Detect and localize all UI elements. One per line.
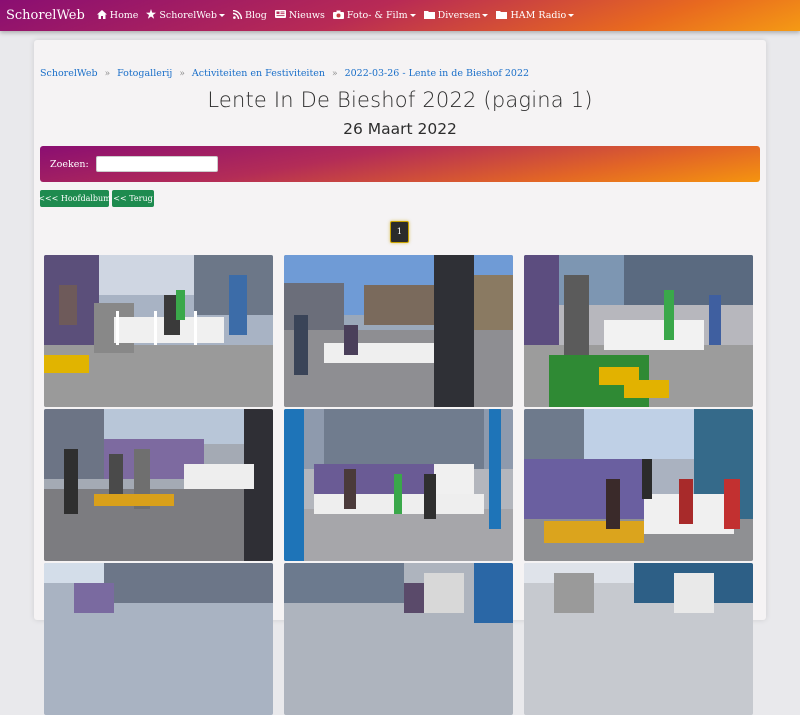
gallery-thumbnail[interactable] bbox=[524, 409, 753, 561]
gallery-thumbnail[interactable] bbox=[524, 563, 753, 715]
content-panel: SchorelWeb » Fotogallerij » Activiteiten… bbox=[34, 40, 766, 715]
nav-schorelweb-label: SchorelWeb bbox=[159, 10, 217, 21]
breadcrumb-separator: » bbox=[179, 68, 185, 79]
main-album-button[interactable]: <<< Hoofdalbum bbox=[38, 190, 111, 207]
nav-foto-film-label: Foto- & Film bbox=[346, 10, 408, 21]
nav-diversen-label: Diversen bbox=[437, 10, 481, 21]
newspaper-icon bbox=[274, 10, 286, 21]
caret-down-icon bbox=[218, 14, 225, 17]
back-button[interactable]: << Terug bbox=[112, 190, 154, 207]
nav-ham-radio-dropdown[interactable]: HAM Radio bbox=[496, 10, 575, 22]
gallery-thumbnail[interactable] bbox=[44, 255, 273, 407]
gallery-thumbnail[interactable] bbox=[44, 563, 273, 715]
nav-schorelweb-dropdown[interactable]: SchorelWeb bbox=[146, 9, 225, 22]
breadcrumb: SchorelWeb » Fotogallerij » Activiteiten… bbox=[40, 68, 529, 79]
breadcrumb-fotogallerij[interactable]: Fotogallerij bbox=[117, 68, 172, 79]
brand-logo[interactable]: SchorelWeb bbox=[6, 8, 85, 23]
breadcrumb-separator: » bbox=[104, 68, 111, 79]
breadcrumb-separator: » bbox=[332, 68, 338, 79]
nav-nieuws[interactable]: Nieuws bbox=[274, 10, 325, 21]
page-date: 26 Maart 2022 bbox=[343, 120, 457, 138]
nav-blog[interactable]: Blog bbox=[232, 9, 267, 22]
search-input[interactable] bbox=[95, 156, 218, 172]
star-icon bbox=[146, 9, 157, 22]
nav-ham-radio-label: HAM Radio bbox=[510, 10, 567, 21]
folder-icon bbox=[423, 10, 435, 22]
home-icon bbox=[96, 9, 107, 22]
search-label: Zoeken: bbox=[50, 158, 89, 170]
gallery-thumbnail[interactable] bbox=[44, 409, 273, 561]
search-bar: Zoeken: bbox=[40, 146, 760, 182]
caret-down-icon bbox=[409, 14, 416, 17]
gallery-thumbnail[interactable] bbox=[284, 563, 513, 715]
top-navbar: SchorelWeb Home SchorelWeb Blog Nieuws F… bbox=[0, 0, 800, 31]
breadcrumb-current-album[interactable]: 2022-03-26 - Lente in de Bieshof 2022 bbox=[345, 68, 530, 79]
nav-foto-film-dropdown[interactable]: Foto- & Film bbox=[332, 10, 416, 22]
nav-home[interactable]: Home bbox=[96, 9, 139, 22]
gallery-thumbnail[interactable] bbox=[524, 255, 753, 407]
breadcrumb-schorelweb[interactable]: SchorelWeb bbox=[40, 68, 98, 79]
camera-icon bbox=[332, 10, 344, 22]
page-title: Lente In De Bieshof 2022 (pagina 1) bbox=[207, 88, 593, 112]
breadcrumb-activiteiten[interactable]: Activiteiten en Festiviteiten bbox=[192, 68, 325, 79]
nav-blog-label: Blog bbox=[244, 10, 267, 21]
rss-icon bbox=[232, 9, 243, 22]
pagination-page-1[interactable]: 1 bbox=[390, 221, 409, 243]
folder-icon bbox=[496, 10, 508, 22]
gallery-thumbnail[interactable] bbox=[284, 409, 513, 561]
nav-home-label: Home bbox=[109, 10, 139, 21]
nav-nieuws-label: Nieuws bbox=[288, 10, 325, 21]
caret-down-icon bbox=[482, 14, 489, 17]
nav-diversen-dropdown[interactable]: Diversen bbox=[423, 10, 489, 22]
caret-down-icon bbox=[568, 14, 575, 17]
gallery-thumbnail[interactable] bbox=[284, 255, 513, 407]
